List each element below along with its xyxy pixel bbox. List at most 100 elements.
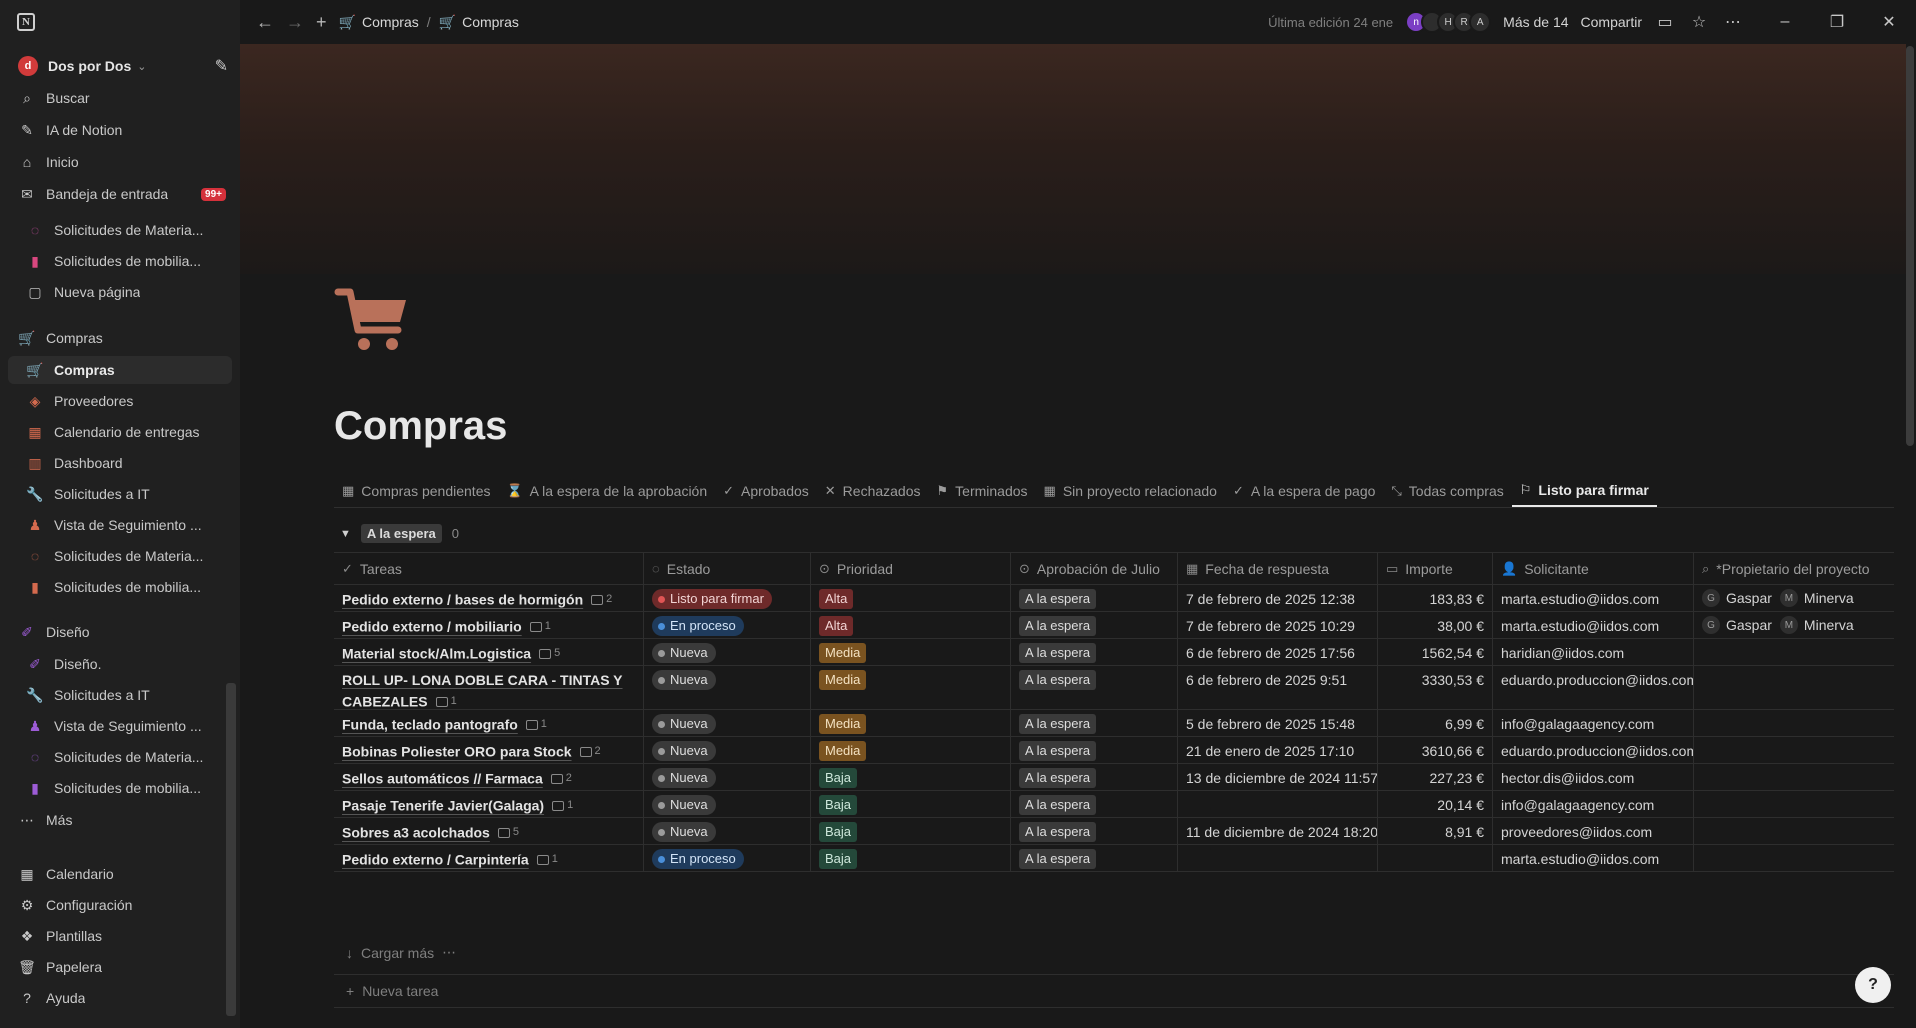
column-header[interactable]: ◌ Estado xyxy=(644,553,811,584)
sidebar-scrollbar[interactable] xyxy=(226,683,236,1016)
aprobacion-cell[interactable]: A la espera xyxy=(1011,737,1178,763)
task-cell[interactable]: Pedido externo / Carpintería 1 xyxy=(334,845,644,871)
back-arrow-icon[interactable]: ← xyxy=(256,12,274,33)
solicitante-cell[interactable]: info@galagaagency.com xyxy=(1493,791,1694,817)
propietario-cell[interactable] xyxy=(1694,666,1894,709)
prioridad-cell[interactable]: Alta xyxy=(811,612,1011,638)
aprobacion-cell[interactable]: A la espera xyxy=(1011,666,1178,709)
page-title[interactable]: Compras xyxy=(334,404,507,449)
sidebar-item[interactable]: ⌂ Inicio xyxy=(8,148,232,176)
page-cart-icon[interactable] xyxy=(334,286,412,356)
sidebar-item[interactable]: ▥ Dashboard xyxy=(8,449,232,477)
importe-cell[interactable]: 3610,66 € xyxy=(1378,737,1493,763)
workspace-switcher[interactable]: d Dos por Dos ⌄ ✎ xyxy=(8,52,232,80)
propietario-cell[interactable]: G Gaspar M Minerva xyxy=(1694,612,1894,638)
person-chip[interactable]: M Minerva xyxy=(1779,616,1854,634)
task-cell[interactable]: Bobinas Poliester ORO para Stock 2 xyxy=(334,737,644,763)
table-row[interactable]: Pedido externo / mobiliario 1 En proceso Al… xyxy=(334,612,1894,639)
section-compras[interactable]: 🛒 Compras xyxy=(8,324,232,352)
sidebar-item[interactable]: ? Ayuda xyxy=(8,984,232,1012)
task-cell[interactable]: Sobres a3 acolchados 5 xyxy=(334,818,644,844)
fecha-cell[interactable]: 6 de febrero de 2025 9:51 xyxy=(1178,666,1378,709)
view-tab[interactable]: ⤡ Todas compras xyxy=(1383,474,1511,507)
close-icon[interactable]: ✕ xyxy=(1878,11,1900,33)
estado-cell[interactable]: Listo para firmar xyxy=(644,585,811,611)
more-people-link[interactable]: Más de 14 xyxy=(1503,14,1568,30)
fecha-cell[interactable]: 11 de diciembre de 2024 18:20 xyxy=(1178,818,1378,844)
prioridad-cell[interactable]: Baja xyxy=(811,791,1011,817)
view-tab[interactable]: ⚐ Listo para firmar xyxy=(1511,474,1657,507)
minimize-icon[interactable]: – xyxy=(1774,11,1796,33)
solicitante-cell[interactable]: info@galagaagency.com xyxy=(1493,710,1694,736)
prioridad-cell[interactable]: Media xyxy=(811,666,1011,709)
sidebar-item[interactable]: ⚙ Configuración xyxy=(8,891,232,919)
column-header[interactable]: ▭ Importe xyxy=(1378,553,1493,584)
sidebar-item[interactable]: ◌ Solicitudes de Materia... xyxy=(8,216,232,244)
solicitante-cell[interactable]: marta.estudio@iidos.com xyxy=(1493,845,1694,871)
table-row[interactable]: Pedido externo / bases de hormigón 2 Listo… xyxy=(334,585,1894,612)
task-title[interactable]: Funda, teclado pantografo xyxy=(342,717,518,733)
section-diseno[interactable]: ✐ Diseño xyxy=(8,618,232,646)
prioridad-cell[interactable]: Baja xyxy=(811,818,1011,844)
estado-cell[interactable]: Nueva xyxy=(644,764,811,790)
column-header[interactable]: 👤 Solicitante xyxy=(1493,553,1694,584)
forward-arrow-icon[interactable]: → xyxy=(286,12,304,33)
share-button[interactable]: Compartir xyxy=(1581,14,1642,30)
ai-help-button[interactable]: ? xyxy=(1855,967,1891,1003)
task-title[interactable]: Bobinas Poliester ORO para Stock xyxy=(342,744,572,760)
fecha-cell[interactable]: 5 de febrero de 2025 15:48 xyxy=(1178,710,1378,736)
sidebar-item[interactable]: 🗑 Papelera xyxy=(8,953,232,981)
propietario-cell[interactable] xyxy=(1694,710,1894,736)
group-header[interactable]: ▼ A la espera 0 xyxy=(340,524,459,543)
task-title[interactable]: Sobres a3 acolchados xyxy=(342,825,490,841)
comment-count[interactable]: 1 xyxy=(525,714,547,735)
comment-count[interactable]: 2 xyxy=(550,768,572,789)
comment-icon[interactable]: ▭ xyxy=(1654,11,1676,33)
fecha-cell[interactable] xyxy=(1178,791,1378,817)
view-tab[interactable]: ⌛ A la espera de la aprobación xyxy=(498,474,715,507)
person-chip[interactable]: G Gaspar xyxy=(1702,616,1772,634)
importe-cell[interactable]: 1562,54 € xyxy=(1378,639,1493,665)
task-cell[interactable]: ROLL UP- LONA DOBLE CARA - TINTAS Y CABE… xyxy=(334,666,644,709)
task-title[interactable]: Pedido externo / mobiliario xyxy=(342,619,522,635)
person-chip[interactable]: G Gaspar xyxy=(1702,589,1772,607)
notion-logo-icon[interactable]: N xyxy=(17,13,35,31)
task-cell[interactable]: Pedido externo / bases de hormigón 2 xyxy=(334,585,644,611)
task-title[interactable]: Material stock/Alm.Logistica xyxy=(342,646,531,662)
solicitante-cell[interactable]: eduardo.produccion@iidos.com xyxy=(1493,666,1694,709)
table-row[interactable]: Sobres a3 acolchados 5 Nueva Baja A la esper… xyxy=(334,818,1894,845)
importe-cell[interactable]: 6,99 € xyxy=(1378,710,1493,736)
aprobacion-cell[interactable]: A la espera xyxy=(1011,639,1178,665)
column-header[interactable]: ⌕ *Propietario del proyecto xyxy=(1694,553,1894,584)
sidebar-item[interactable]: ♟ Vista de Seguimiento ... xyxy=(8,511,232,539)
comment-count[interactable]: 1 xyxy=(529,616,551,637)
view-tab[interactable]: ▦ Sin proyecto relacionado xyxy=(1036,474,1225,507)
table-row[interactable]: Funda, teclado pantografo 1 Nueva Media A la… xyxy=(334,710,1894,737)
solicitante-cell[interactable]: hector.dis@iidos.com xyxy=(1493,764,1694,790)
sidebar-item[interactable]: 🛒 Compras xyxy=(8,356,232,384)
view-tab[interactable]: ▦ Compras pendientes xyxy=(334,474,498,507)
solicitante-cell[interactable]: proveedores@iidos.com xyxy=(1493,818,1694,844)
fecha-cell[interactable]: 21 de enero de 2025 17:10 xyxy=(1178,737,1378,763)
sidebar-item[interactable]: ▮ Solicitudes de mobilia... xyxy=(8,774,232,802)
aprobacion-cell[interactable]: A la espera xyxy=(1011,791,1178,817)
table-row[interactable]: Bobinas Poliester ORO para Stock 2 Nueva Me… xyxy=(334,737,1894,764)
importe-cell[interactable]: 20,14 € xyxy=(1378,791,1493,817)
comment-count[interactable]: 1 xyxy=(552,795,573,816)
new-task-button[interactable]: + Nueva tarea xyxy=(334,974,1894,1008)
comment-count[interactable]: 2 xyxy=(591,589,612,610)
solicitante-cell[interactable]: haridian@iidos.com xyxy=(1493,639,1694,665)
plus-icon[interactable]: + xyxy=(316,12,327,33)
prioridad-cell[interactable]: Media xyxy=(811,710,1011,736)
restore-icon[interactable]: ❐ xyxy=(1826,11,1848,33)
task-cell[interactable]: Funda, teclado pantografo 1 xyxy=(334,710,644,736)
estado-cell[interactable]: Nueva xyxy=(644,639,811,665)
sidebar-item[interactable]: ❖ Plantillas xyxy=(8,922,232,950)
sidebar-item[interactable]: ▦ Calendario xyxy=(8,860,232,888)
solicitante-cell[interactable]: eduardo.produccion@iidos.com xyxy=(1493,737,1694,763)
new-page-icon[interactable]: ✎ xyxy=(215,56,228,76)
estado-cell[interactable]: En proceso xyxy=(644,845,811,871)
sidebar-item[interactable]: ▦ Calendario de entregas xyxy=(8,418,232,446)
view-tab[interactable]: ✓ A la espera de pago xyxy=(1225,474,1383,507)
task-title[interactable]: ROLL UP- LONA DOBLE CARA - TINTAS Y CABE… xyxy=(342,672,623,709)
